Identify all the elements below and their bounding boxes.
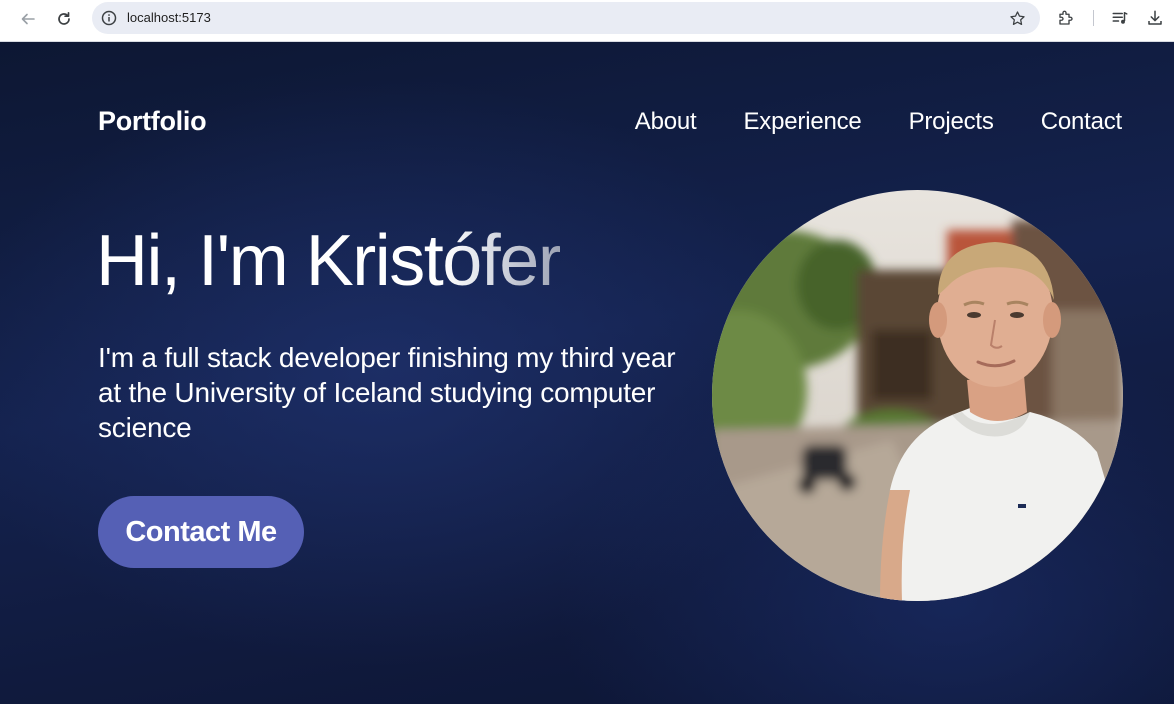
hero-title-faded: ófer bbox=[442, 221, 562, 301]
nav-link-projects[interactable]: Projects bbox=[909, 108, 994, 136]
site-brand[interactable]: Portfolio bbox=[98, 106, 207, 137]
extensions-icon[interactable] bbox=[1054, 6, 1078, 30]
main-nav: About Experience Projects Contact bbox=[635, 108, 1122, 136]
hero-title-plain: Hi, I'm Krist bbox=[96, 221, 444, 301]
bookmark-star-icon[interactable] bbox=[1006, 7, 1028, 29]
toolbar-divider bbox=[1093, 10, 1094, 26]
download-icon[interactable] bbox=[1143, 6, 1167, 30]
site-info-icon[interactable] bbox=[98, 7, 120, 29]
browser-toolbar: localhost:5173 bbox=[0, 0, 1174, 42]
contact-me-button[interactable]: Contact Me bbox=[98, 496, 304, 568]
portfolio-page: Portfolio About Experience Projects Cont… bbox=[0, 42, 1174, 704]
address-bar[interactable]: localhost:5173 bbox=[92, 2, 1040, 34]
hero-title: Hi, I'm Kristófer bbox=[96, 225, 562, 297]
hero-subtitle: I'm a full stack developer finishing my … bbox=[98, 342, 676, 443]
url-text[interactable]: localhost:5173 bbox=[127, 10, 211, 25]
profile-photo bbox=[712, 190, 1123, 601]
media-controls-icon[interactable] bbox=[1108, 6, 1132, 30]
nav-link-about[interactable]: About bbox=[635, 108, 697, 136]
reload-icon[interactable] bbox=[52, 7, 76, 31]
nav-link-experience[interactable]: Experience bbox=[744, 108, 862, 136]
back-arrow-icon[interactable] bbox=[16, 7, 40, 31]
nav-link-contact[interactable]: Contact bbox=[1041, 108, 1123, 136]
